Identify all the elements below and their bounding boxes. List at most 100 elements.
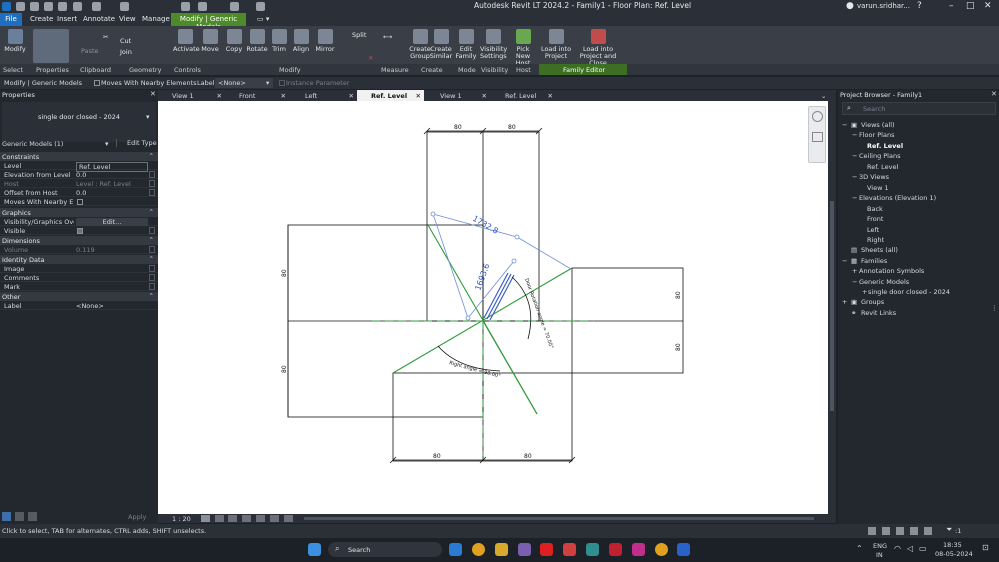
tree-toggle-icon[interactable]: − [852,131,857,139]
properties-button[interactable] [33,29,69,63]
app-icon-teal[interactable] [586,543,599,556]
tree-toggle-icon[interactable]: − [852,194,857,202]
visible-checkbox[interactable] [77,228,83,234]
dimensions-section[interactable]: Dimensions ⌃ [0,236,158,245]
prop-row-image[interactable]: Image [0,264,158,273]
clock-time[interactable]: 18:35 [943,541,962,549]
clock-date[interactable]: 08-05-2024 [935,550,973,558]
type-selector[interactable] [2,102,156,142]
tree-families[interactable]: Families [861,257,887,265]
home-icon[interactable] [16,2,25,11]
vertical-scroll-thumb[interactable] [830,201,834,411]
dimension-icon[interactable]: ⟷ [383,33,392,41]
chrome-icon[interactable] [472,543,485,556]
prop-row-level[interactable]: Level Ref. Level [0,161,158,172]
crop-view-icon[interactable] [256,515,265,522]
prop-row-visible[interactable]: Visible [0,226,158,235]
youtube-icon[interactable] [540,543,553,556]
user-name[interactable]: varun.sridhar... [857,2,910,10]
volume-icon[interactable]: ◁ [907,544,913,553]
select-underlay-icon[interactable] [882,527,890,535]
activate-button[interactable]: Activate [173,29,200,53]
prop-row-moves-with[interactable]: Moves With Nearby Ele... [0,197,158,206]
mirror-button[interactable]: Mirror [314,29,336,53]
tree-annotation-symbols[interactable]: Annotation Symbols [859,267,924,275]
navigation-bar[interactable] [808,106,826,163]
battery-icon[interactable]: ▭ [919,544,927,553]
app-icon-red[interactable] [563,543,576,556]
menu-insert[interactable]: Insert [57,15,77,23]
rotate-button[interactable]: Rotate [246,29,268,53]
tab-front[interactable]: Front ✕ [225,90,289,101]
drag-elements-icon[interactable] [924,527,932,535]
moves-with-checkbox[interactable] [94,80,100,86]
select-pinned-icon[interactable] [896,527,904,535]
sort-icon[interactable] [15,512,24,521]
tree-back[interactable]: Back [867,205,883,213]
menu-manage[interactable]: Manage [142,15,170,23]
tree-ref-level-active[interactable]: Ref. Level [867,142,903,150]
tree-expand-icon[interactable]: + [862,288,867,296]
menu-annotate[interactable]: Annotate [83,15,115,23]
measure-icon[interactable] [120,2,129,11]
tree-views-all[interactable]: Views (all) [861,121,895,129]
chrome-icon-second[interactable] [655,543,668,556]
prop-row-offset[interactable]: Offset from Host 0.0 [0,188,158,197]
apply-button[interactable]: Apply [128,513,146,521]
tree-toggle-icon[interactable]: − [842,257,847,265]
tree-generic-models[interactable]: Generic Models [859,278,909,286]
undo-icon[interactable] [58,2,67,11]
edit-vg-button[interactable]: Edit... [76,218,148,226]
browser-search-input[interactable]: ⌕ Search [842,102,996,115]
tree-toggle-icon[interactable]: − [852,152,857,160]
tree-view-1[interactable]: View 1 [867,184,889,192]
windows-start-icon[interactable] [308,543,321,556]
tree-sheets[interactable]: Sheets (all) [861,246,898,254]
save-icon[interactable] [44,2,53,11]
tab-ref-level-second[interactable]: Ref. Level ✕ [490,90,556,101]
prop-row-vg-overrides[interactable]: Visibility/Graphics Over...Edit... [0,217,158,226]
move-button[interactable]: Move [200,29,220,53]
prop-row-mark[interactable]: Mark [0,282,158,291]
delete-icon[interactable]: ✕ [368,54,373,62]
help-icon[interactable]: ? [917,1,922,11]
tree-ref-level-ceiling[interactable]: Ref. Level [867,163,898,171]
print-icon[interactable] [92,2,101,11]
tree-3d-views[interactable]: 3D Views [859,173,889,181]
paste-button[interactable]: Paste [81,47,99,55]
tree-toggle-icon[interactable]: − [842,121,847,129]
open-icon[interactable] [30,2,39,11]
tab-view-1-second[interactable]: View 1 ✕ [424,90,490,101]
create-similar-button[interactable]: Create Similar [429,29,453,60]
tree-groups[interactable]: Groups [861,298,884,306]
tree-expand-icon[interactable]: + [852,267,857,275]
select-links-icon[interactable] [868,527,876,535]
tree-single-door[interactable]: single door closed - 2024 [868,288,950,296]
tree-elevations[interactable]: Elevations (Elevation 1) [859,194,936,202]
constraints-section[interactable]: Constraints ⌃ [0,152,158,161]
load-into-project-button[interactable]: Load into Project [540,29,572,60]
modify-tool-button[interactable]: Modify [4,29,26,53]
visibility-settings-button[interactable]: Visibility Settings [480,29,507,60]
sun-path-icon[interactable] [228,515,237,522]
close-icon[interactable]: ✕ [150,90,156,98]
language-code[interactable]: ENG [873,542,887,550]
menu-create[interactable]: Create [30,15,53,23]
drawing-canvas[interactable]: 80 80 80 80 80 80 80 80 1732.8 1693.6 Do… [158,101,828,514]
pick-new-host-button[interactable]: Pick New Host [508,29,538,67]
align-button[interactable]: Align [291,29,311,53]
cut-button[interactable]: Cut [120,37,131,45]
3d-view-icon[interactable] [198,2,207,11]
tree-floor-plans[interactable]: Floor Plans [859,131,894,139]
chevron-up-icon[interactable]: ⌃ [856,544,863,553]
prop-row-comments[interactable]: Comments [0,273,158,282]
tree-toggle-icon[interactable]: − [852,173,857,181]
tree-revit-links[interactable]: Revit Links [861,309,896,317]
tree-left[interactable]: Left [867,226,879,234]
taskbar-search[interactable]: ⌕ Search [328,542,442,557]
tree-expand-icon[interactable]: + [842,298,847,306]
user-icon[interactable]: ● [846,1,854,11]
select-dropdown[interactable]: Select [3,66,23,74]
select-by-face-icon[interactable] [910,527,918,535]
menu-modify-generic-models[interactable]: Modify | Generic Models [171,13,246,31]
